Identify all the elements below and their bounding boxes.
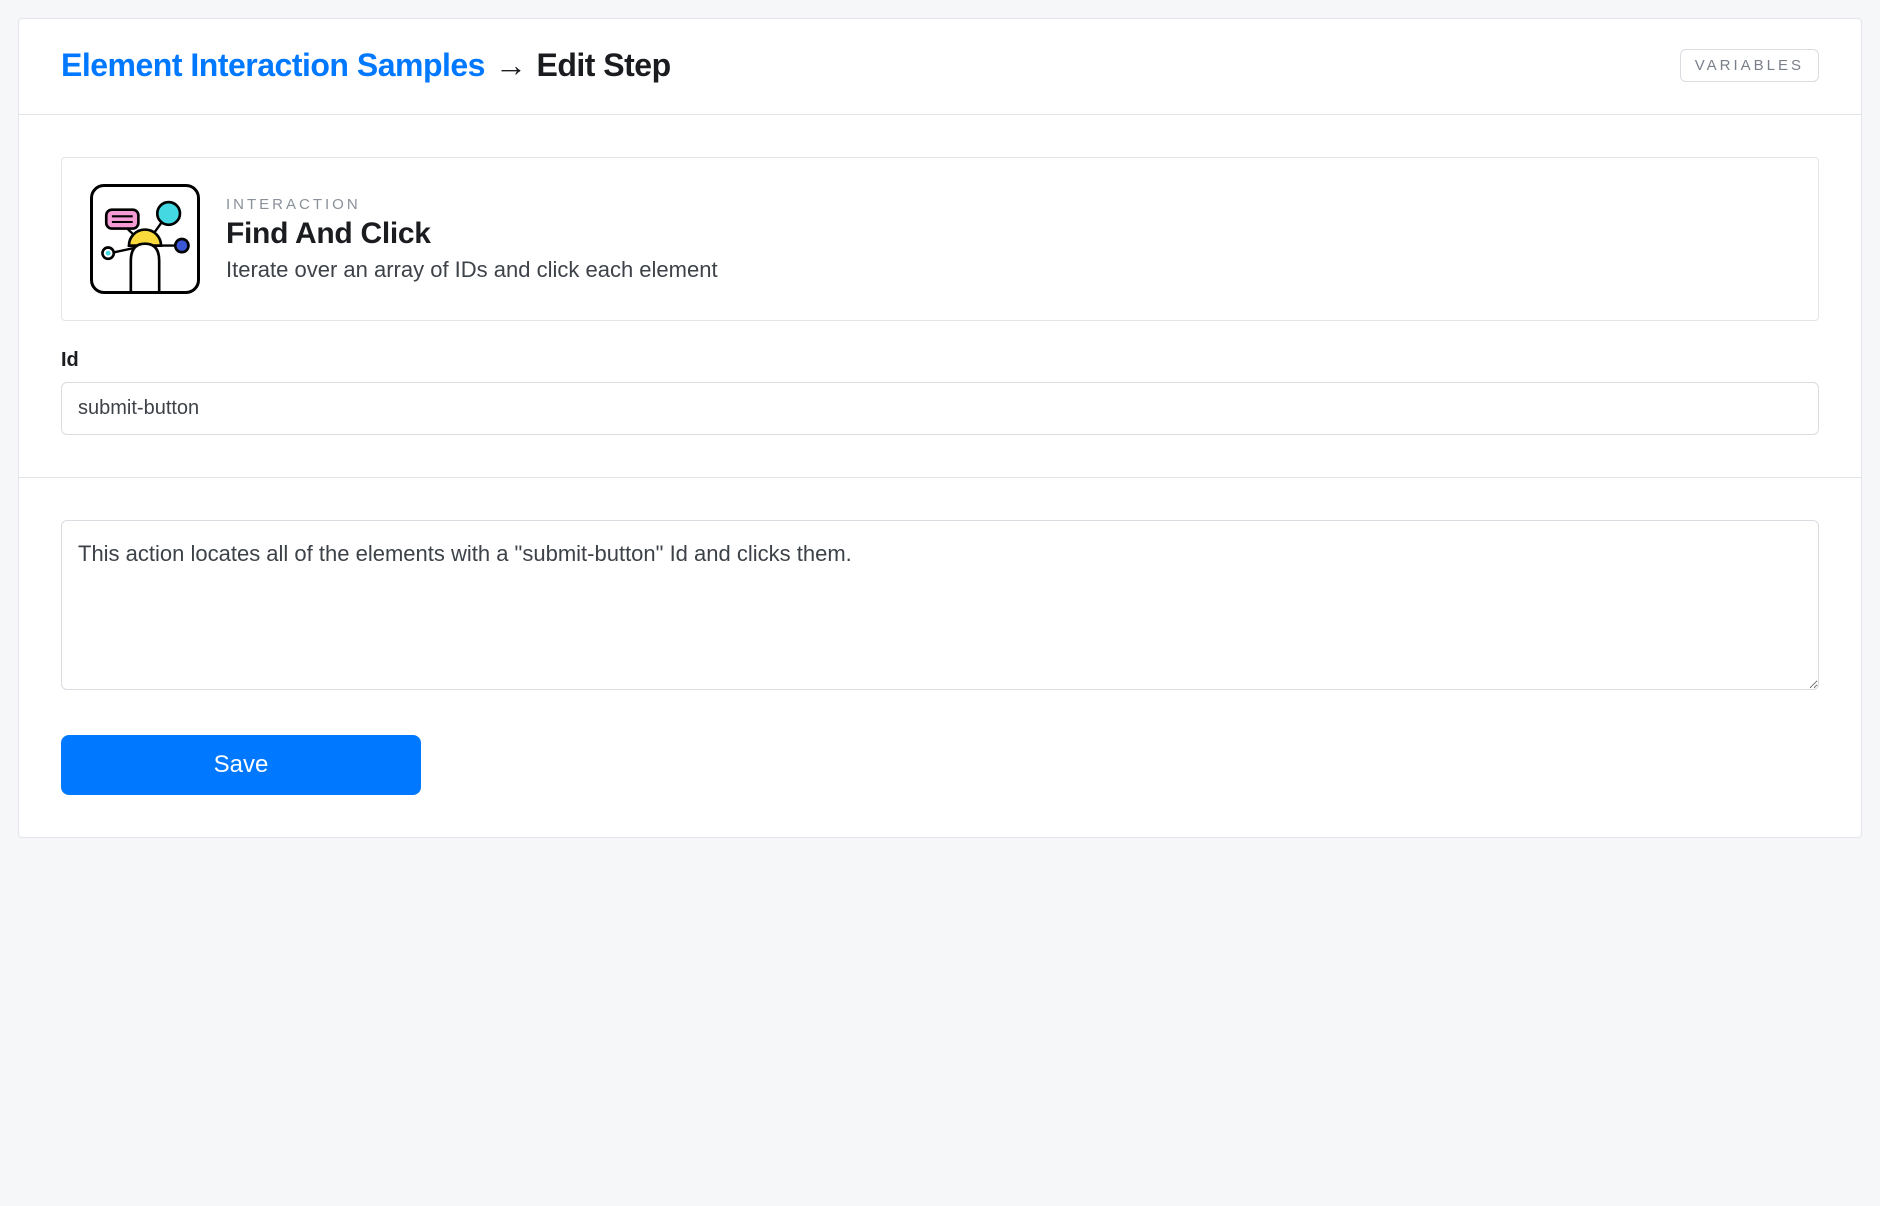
card-overline: INTERACTION [226, 196, 718, 213]
save-button[interactable]: Save [61, 735, 421, 795]
interaction-nodes-icon [90, 184, 200, 294]
id-field-label: Id [61, 349, 1819, 372]
breadcrumb: Element Interaction Samples → Edit Step [61, 47, 671, 84]
arrow-right-icon: → [495, 47, 527, 84]
page-body: INTERACTION Find And Click Iterate over … [19, 115, 1861, 837]
page-container: Element Interaction Samples → Edit Step … [18, 18, 1862, 838]
section-divider [19, 477, 1861, 478]
card-description: Iterate over an array of IDs and click e… [226, 257, 718, 283]
page-header: Element Interaction Samples → Edit Step … [19, 19, 1861, 115]
interaction-card-text: INTERACTION Find And Click Iterate over … [226, 196, 718, 283]
id-input[interactable] [61, 382, 1819, 435]
breadcrumb-link[interactable]: Element Interaction Samples [61, 47, 485, 84]
variables-button[interactable]: VARIABLES [1680, 49, 1819, 82]
card-title: Find And Click [226, 217, 718, 251]
description-textarea[interactable] [61, 520, 1819, 690]
breadcrumb-current: Edit Step [536, 47, 670, 84]
interaction-card: INTERACTION Find And Click Iterate over … [61, 157, 1819, 321]
